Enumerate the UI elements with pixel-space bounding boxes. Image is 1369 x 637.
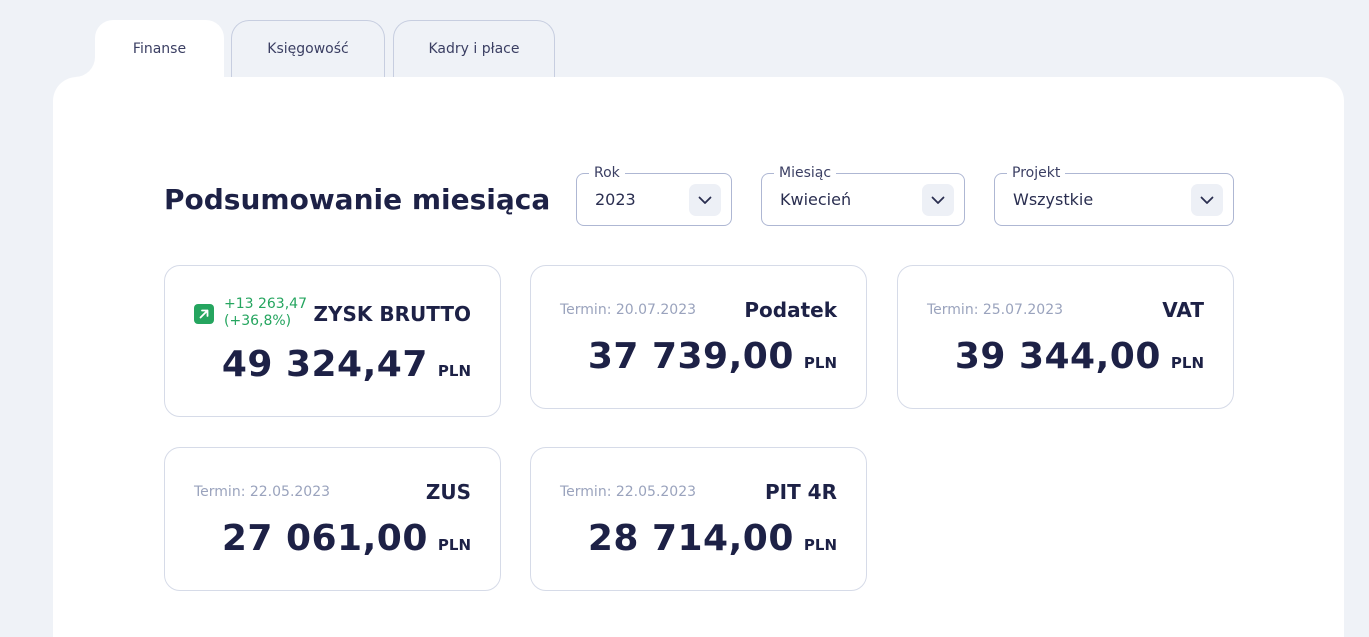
card-due-date: Termin: 20.07.2023 [560, 302, 697, 318]
card-due-date: Termin: 22.05.2023 [560, 484, 697, 500]
chevron-down-icon[interactable] [1191, 184, 1223, 216]
card-title: ZYSK BRUTTO [313, 302, 471, 326]
card-currency: PLN [803, 536, 837, 554]
chevron-down-icon[interactable] [689, 184, 721, 216]
card-amount-row: 28 714,00 PLN [588, 518, 837, 559]
tab-finanse[interactable]: Finanse [95, 20, 224, 77]
month-select-label: Miesiąc [774, 165, 837, 181]
card-title: ZUS [425, 480, 471, 504]
card-due-date: Termin: 25.07.2023 [927, 302, 1064, 318]
project-select-value: Wszystkie [1013, 190, 1094, 209]
gross-profit-card: +13 263,47 (+36,8%) ZYSK BRUTTO 49 324,4… [164, 265, 501, 417]
profit-change: +13 263,47 (+36,8%) [194, 296, 307, 330]
chevron-down-icon[interactable] [922, 184, 954, 216]
card-currency: PLN [803, 354, 837, 372]
card-currency: PLN [437, 362, 471, 380]
card-amount-row: 49 324,47 PLN [222, 344, 471, 385]
card-amount: 28 714,00 [587, 518, 794, 559]
card-title: PIT 4R [764, 480, 837, 504]
pit-card: Termin: 22.05.2023 PIT 4R 28 714,00 PLN [530, 447, 867, 591]
arrow-up-right-icon [194, 304, 214, 324]
tab-ksiegowosc[interactable]: Księgowość [231, 20, 385, 77]
card-amount-row: 27 061,00 PLN [222, 518, 471, 559]
card-amount: 39 344,00 [954, 336, 1161, 377]
page-title: Podsumowanie miesiąca [164, 183, 551, 216]
card-amount: 27 061,00 [221, 518, 428, 559]
tab-bar: Księgowość Kadry i płace Finanse [0, 0, 1369, 80]
card-amount-row: 37 739,00 PLN [588, 336, 837, 377]
vat-card: Termin: 25.07.2023 VAT 39 344,00 PLN [897, 265, 1234, 409]
tab-label: Kadry i płace [428, 41, 520, 57]
card-amount-row: 39 344,00 PLN [955, 336, 1204, 377]
month-select-value: Kwiecień [780, 190, 852, 209]
year-select-value: 2023 [595, 190, 636, 209]
tab-kadry-i-place[interactable]: Kadry i płace [393, 20, 555, 77]
card-currency: PLN [1170, 354, 1204, 372]
change-value: +13 263,47 [224, 296, 307, 312]
tab-label: Finanse [132, 41, 187, 57]
project-select-label: Projekt [1007, 165, 1066, 181]
zus-card: Termin: 22.05.2023 ZUS 27 061,00 PLN [164, 447, 501, 591]
card-amount: 37 739,00 [587, 336, 794, 377]
project-select[interactable]: Projekt Wszystkie [994, 165, 1234, 226]
year-select[interactable]: Rok 2023 [576, 165, 732, 226]
card-amount: 49 324,47 [221, 344, 428, 385]
change-text: +13 263,47 (+36,8%) [224, 296, 307, 330]
tax-card: Termin: 20.07.2023 Podatek 37 739,00 PLN [530, 265, 867, 409]
change-percent: (+36,8%) [224, 313, 292, 329]
month-select[interactable]: Miesiąc Kwiecień [761, 165, 965, 226]
card-due-date: Termin: 22.05.2023 [194, 484, 331, 500]
card-title: VAT [1162, 298, 1204, 322]
card-title: Podatek [744, 298, 837, 322]
tab-label: Księgowość [267, 41, 349, 57]
year-select-label: Rok [589, 165, 625, 181]
tab-joint [75, 57, 95, 77]
card-currency: PLN [437, 536, 471, 554]
